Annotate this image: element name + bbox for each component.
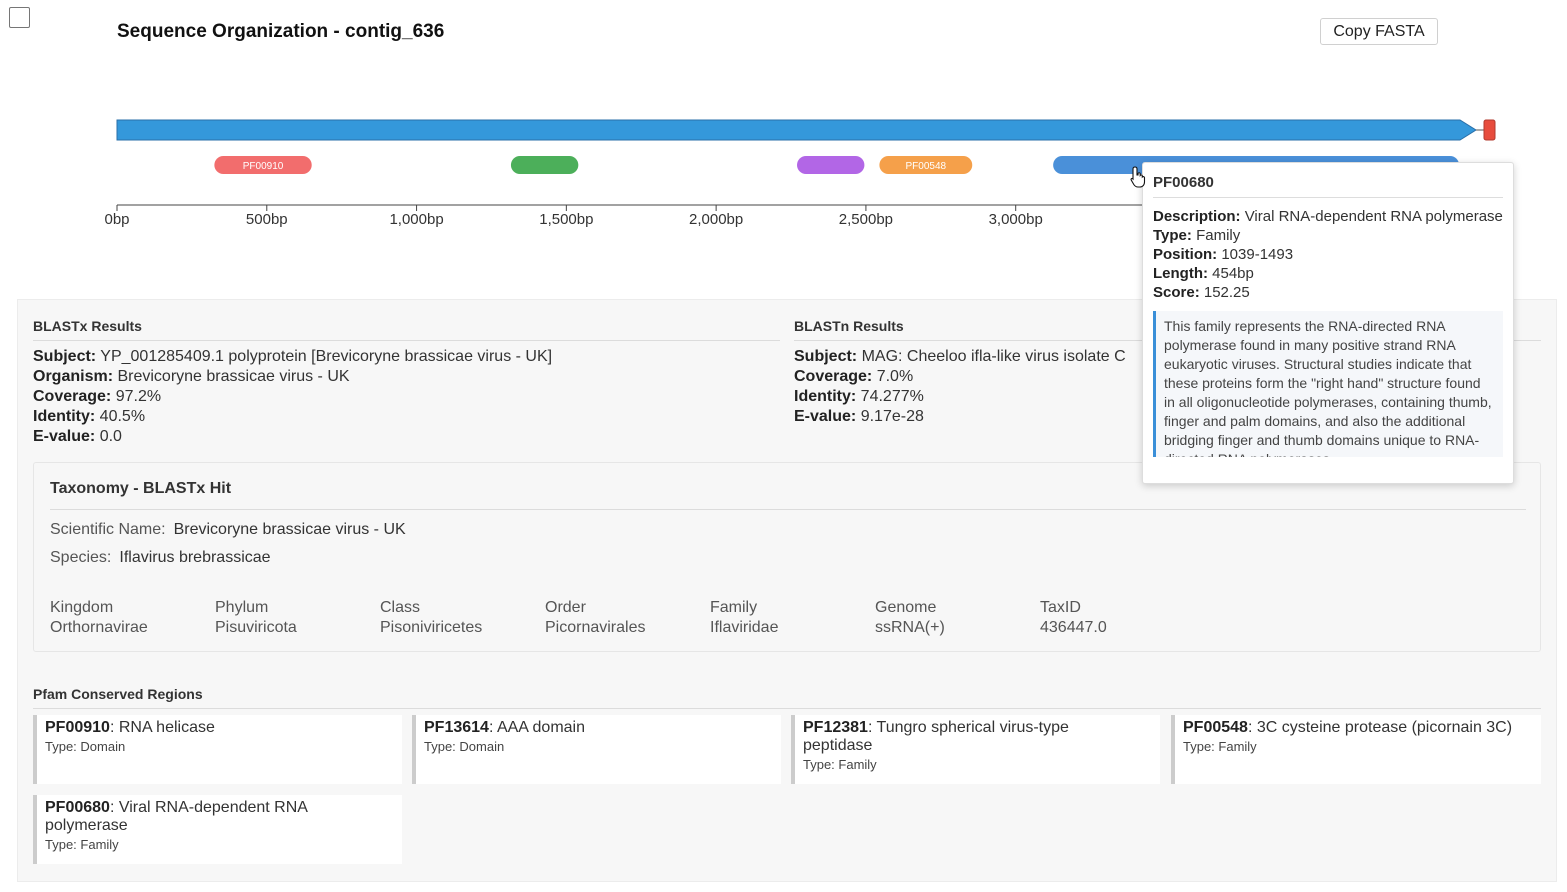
tooltip-title: PF00680 — [1153, 174, 1503, 198]
orf-arrow — [116, 119, 1477, 141]
taxonomy-title: Taxonomy - BLASTx Hit — [50, 480, 232, 497]
pfam-card-pf00680[interactable]: PF00680: Viral RNA-dependent RNA polymer… — [33, 795, 402, 864]
axis-tick-label: 1,500bp — [539, 211, 594, 228]
tooltip-description: Description: Viral RNA-dependent RNA pol… — [1153, 208, 1503, 225]
axis-tick-label: 3,000bp — [988, 211, 1043, 228]
axis-tick-label: 2,000bp — [689, 211, 744, 228]
page-title: Sequence Organization - contig_636 — [117, 21, 445, 42]
end-marker — [1483, 119, 1496, 141]
tooltip-position: Position: 1039-1493 — [1153, 246, 1294, 263]
hand-cursor-icon — [1130, 166, 1146, 188]
domain-pf12381[interactable] — [797, 156, 865, 174]
domain-tooltip: PF00680 Description: Viral RNA-dependent… — [1142, 162, 1514, 484]
blastx-organism: Organism: Brevicoryne brassicae virus - … — [33, 368, 350, 385]
blastn-evalue: E-value: 9.17e-28 — [794, 408, 924, 425]
axis-tick-label: 1,000bp — [389, 211, 444, 228]
pfam-card-pf00910[interactable]: PF00910: RNA helicase Type: Domain — [33, 715, 402, 784]
pfam-card-pf12381[interactable]: PF12381: Tungro spherical virus-type pep… — [791, 715, 1160, 784]
axis-tick-label: 2,500bp — [838, 211, 894, 228]
select-checkbox[interactable] — [9, 7, 30, 28]
pfam-card-pf13614[interactable]: PF13614: AAA domain Type: Domain — [412, 715, 781, 784]
blastn-coverage: Coverage: 7.0% — [794, 368, 914, 385]
species: Species: Iflavirus brebrassicae — [50, 549, 271, 566]
blastx-heading: BLASTx Results — [33, 318, 780, 341]
blastx-subject: Subject: YP_001285409.1 polyprotein [Bre… — [33, 348, 553, 365]
rank-phylum: Phylum Pisuviricota — [215, 599, 297, 636]
blastx-coverage: Coverage: 97.2% — [33, 388, 162, 405]
rank-kingdom: Kingdom Orthornavirae — [50, 599, 148, 636]
axis-tick-label: 0bp — [104, 211, 130, 228]
blastn-identity: Identity: 74.277% — [794, 388, 924, 405]
tooltip-score: Score: 152.25 — [1153, 284, 1250, 301]
tooltip-type: Type: Family — [1153, 227, 1241, 244]
pfam-card-pf00548[interactable]: PF00548: 3C cysteine protease (picornain… — [1171, 715, 1541, 784]
pfam-heading: Pfam Conserved Regions — [33, 686, 1541, 709]
scientific-name: Scientific Name: Brevicoryne brassicae vi… — [50, 521, 406, 538]
axis-tick-label: 500bp — [245, 211, 288, 228]
taxonomy-card: Taxonomy - BLASTx Hit Scientific Name: Br… — [33, 462, 1541, 652]
rank-class: Class Pisoniviricetes — [380, 599, 483, 636]
tooltip-quote: This family represents the RNA-directed … — [1153, 311, 1503, 457]
domain-label-pf00910: PF00910 — [243, 161, 284, 172]
domain-label-pf00548: PF00548 — [906, 161, 947, 172]
blastx-identity: Identity: 40.5% — [33, 408, 146, 425]
rank-family: Family Iflaviridae — [710, 599, 779, 636]
rank-taxid: TaxID 436447.0 — [1040, 599, 1107, 636]
copy-fasta-button[interactable]: Copy FASTA — [1320, 18, 1438, 45]
blastx-evalue: E-value: 0.0 — [33, 428, 122, 445]
divider — [50, 509, 1526, 510]
rank-order: Order Picornavirales — [545, 599, 646, 636]
rank-genome: Genome ssRNA(+) — [875, 599, 945, 636]
tooltip-length: Length: 454bp — [1153, 265, 1254, 282]
blastn-subject: Subject: MAG: Cheeloo ifla-like virus is… — [794, 348, 1126, 365]
domain-pf13614[interactable] — [510, 156, 579, 174]
